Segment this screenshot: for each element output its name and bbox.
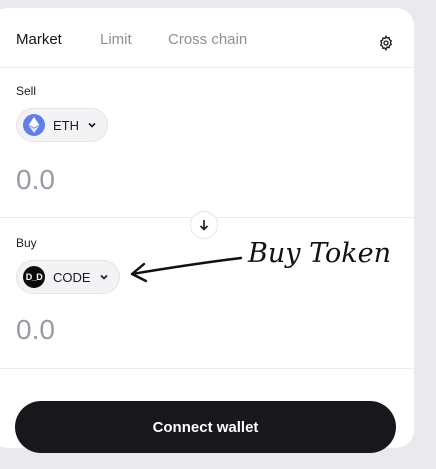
hand-drawn-arrow-icon [130, 256, 243, 283]
ethereum-icon [23, 114, 45, 136]
buy-token-annotation: Buy Token [248, 238, 391, 269]
chevron-down-icon [88, 122, 96, 128]
code-token-icon: D_D [23, 266, 45, 288]
connect-wallet-button[interactable]: Connect wallet [15, 401, 396, 453]
buy-token-symbol: CODE [53, 269, 91, 285]
sell-token-symbol: ETH [53, 117, 79, 133]
tab-market[interactable]: Market [16, 31, 100, 48]
buy-token-selector[interactable]: D_D CODE [16, 260, 120, 294]
tab-limit[interactable]: Limit [100, 31, 168, 48]
tab-cross-chain[interactable]: Cross chain [168, 31, 247, 48]
swap-direction-button[interactable] [190, 211, 218, 239]
buy-amount[interactable]: 0.0 [16, 314, 55, 346]
gear-icon[interactable] [378, 35, 394, 51]
arrow-down-icon [199, 220, 209, 231]
divider [0, 67, 414, 68]
swap-card: Market Limit Cross chain Sell ETH 0.0 Bu… [0, 8, 414, 453]
chevron-down-icon [99, 274, 108, 280]
sell-token-selector[interactable]: ETH [16, 108, 108, 142]
divider [0, 368, 414, 369]
trade-mode-tabs: Market Limit Cross chain [16, 31, 247, 48]
buy-label: Buy [16, 236, 37, 250]
sell-amount[interactable]: 0.0 [16, 164, 55, 196]
sell-label: Sell [16, 84, 37, 98]
